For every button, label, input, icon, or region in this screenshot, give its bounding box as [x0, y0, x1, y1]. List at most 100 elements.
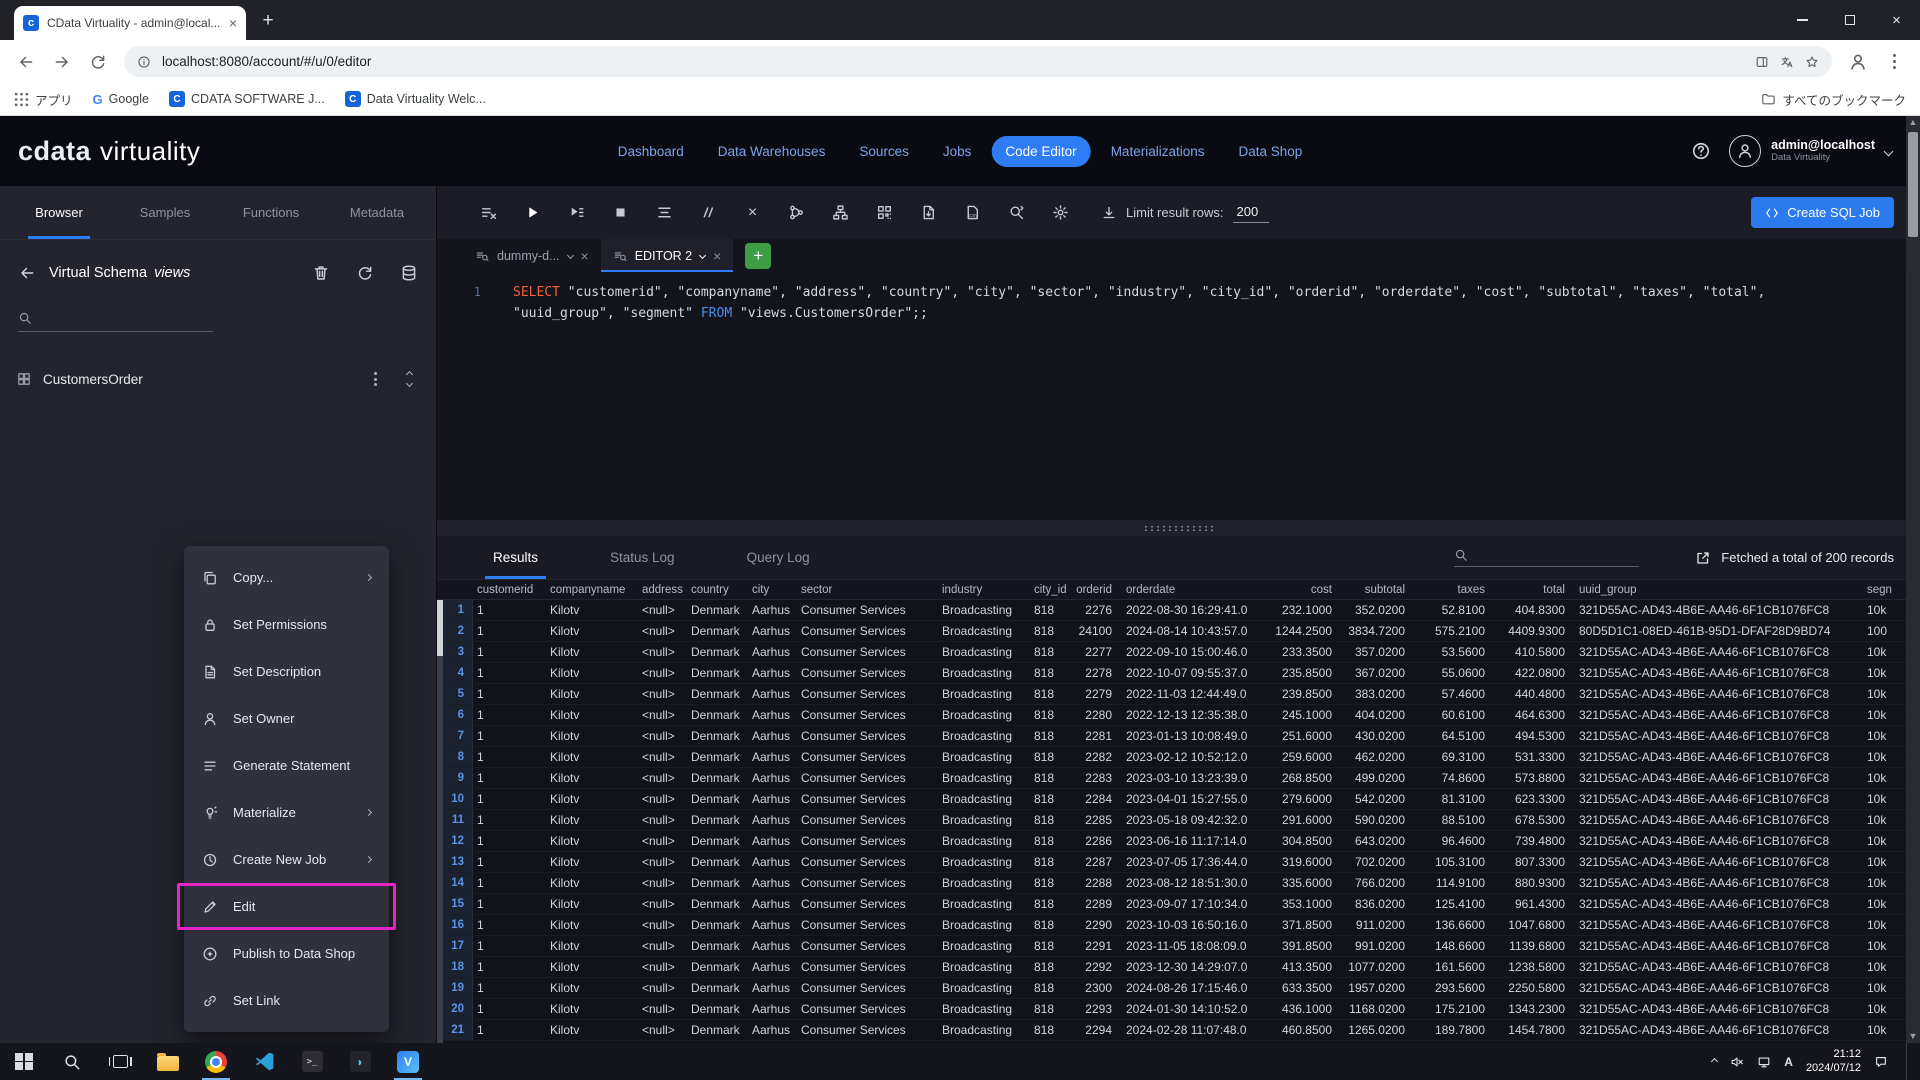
table-cell[interactable]: <null>: [638, 726, 687, 746]
table-cell[interactable]: 818: [1030, 831, 1073, 851]
table-cell[interactable]: 1: [473, 810, 546, 830]
table-cell[interactable]: 371.8500: [1269, 915, 1342, 935]
table-row[interactable]: 41Kilotv<null>DenmarkAarhusConsumer Serv…: [437, 663, 1920, 684]
table-cell[interactable]: 1343.2300: [1495, 999, 1575, 1019]
table-cell[interactable]: Aarhus: [748, 831, 797, 851]
nav-code-editor[interactable]: Code Editor: [991, 136, 1090, 167]
column-header-industry[interactable]: industry: [938, 580, 1030, 599]
table-cell[interactable]: 818: [1030, 789, 1073, 809]
table-cell[interactable]: Broadcasting: [938, 831, 1030, 851]
table-row[interactable]: 71Kilotv<null>DenmarkAarhusConsumer Serv…: [437, 726, 1920, 747]
table-cell[interactable]: 1077.0200: [1342, 957, 1415, 977]
table-cell[interactable]: 462.0200: [1342, 747, 1415, 767]
table-cell[interactable]: 114.9100: [1415, 873, 1495, 893]
table-cell[interactable]: 2277: [1073, 642, 1122, 662]
table-cell[interactable]: Denmark: [687, 621, 748, 641]
table-cell[interactable]: Aarhus: [748, 747, 797, 767]
table-cell[interactable]: 2022-09-10 15:00:46.0: [1122, 642, 1269, 662]
table-cell[interactable]: 2290: [1073, 915, 1122, 935]
table-row[interactable]: 181Kilotv<null>DenmarkAarhusConsumer Ser…: [437, 957, 1920, 978]
table-cell[interactable]: <null>: [638, 747, 687, 767]
table-cell[interactable]: Kilotv: [546, 999, 638, 1019]
table-row[interactable]: 11Kilotv<null>DenmarkAarhusConsumer Serv…: [437, 600, 1920, 621]
table-cell[interactable]: 2024-08-26 17:15:46.0: [1122, 978, 1269, 998]
table-cell[interactable]: 279.6000: [1269, 789, 1342, 809]
table-cell[interactable]: Consumer Services: [797, 957, 938, 977]
table-cell[interactable]: Kilotv: [546, 747, 638, 767]
table-cell[interactable]: 321D55AC-AD43-4B6E-AA46-6F1CB1076FC8: [1575, 852, 1863, 872]
bookmark-apps[interactable]: アプリ: [14, 90, 73, 109]
plan-icon[interactable]: [869, 197, 900, 228]
table-cell[interactable]: <null>: [638, 831, 687, 851]
table-cell[interactable]: Denmark: [687, 852, 748, 872]
export-file-icon[interactable]: [913, 197, 944, 228]
table-row[interactable]: 111Kilotv<null>DenmarkAarhusConsumer Ser…: [437, 810, 1920, 831]
column-header-cost[interactable]: cost: [1269, 580, 1342, 599]
table-cell[interactable]: 304.8500: [1269, 831, 1342, 851]
table-cell[interactable]: 2284: [1073, 789, 1122, 809]
table-row[interactable]: 101Kilotv<null>DenmarkAarhusConsumer Ser…: [437, 789, 1920, 810]
table-cell[interactable]: 702.0200: [1342, 852, 1415, 872]
table-cell[interactable]: Aarhus: [748, 789, 797, 809]
table-cell[interactable]: 2023-12-30 14:29:07.0: [1122, 957, 1269, 977]
table-cell[interactable]: 2022-10-07 09:55:37.0: [1122, 663, 1269, 683]
table-cell[interactable]: <null>: [638, 957, 687, 977]
table-cell[interactable]: 1: [473, 663, 546, 683]
table-cell[interactable]: 818: [1030, 915, 1073, 935]
table-cell[interactable]: 464.6300: [1495, 705, 1575, 725]
table-cell[interactable]: 1: [473, 894, 546, 914]
table-cell[interactable]: 1: [473, 936, 546, 956]
table-cell[interactable]: Aarhus: [748, 705, 797, 725]
table-cell[interactable]: <null>: [638, 1020, 687, 1040]
table-cell[interactable]: 1: [473, 747, 546, 767]
table-cell[interactable]: Consumer Services: [797, 663, 938, 683]
table-cell[interactable]: Kilotv: [546, 768, 638, 788]
run-icon[interactable]: [517, 197, 548, 228]
table-cell[interactable]: Consumer Services: [797, 831, 938, 851]
taskbar-search-button[interactable]: [48, 1043, 96, 1080]
sidebar-search-input[interactable]: [41, 310, 213, 325]
table-cell[interactable]: Kilotv: [546, 915, 638, 935]
table-cell[interactable]: Aarhus: [748, 978, 797, 998]
table-cell[interactable]: 404.8300: [1495, 600, 1575, 620]
table-cell[interactable]: 319.6000: [1269, 852, 1342, 872]
table-cell[interactable]: 2282: [1073, 747, 1122, 767]
table-cell[interactable]: Kilotv: [546, 894, 638, 914]
open-records-icon[interactable]: [1695, 550, 1711, 566]
delete-schema-icon[interactable]: [312, 264, 330, 282]
table-cell[interactable]: Broadcasting: [938, 705, 1030, 725]
table-cell[interactable]: 590.0200: [1342, 810, 1415, 830]
table-cell[interactable]: Broadcasting: [938, 852, 1030, 872]
page-scrollbar-thumb[interactable]: [1908, 132, 1918, 237]
table-cell[interactable]: Denmark: [687, 999, 748, 1019]
table-cell[interactable]: 2250.5800: [1495, 978, 1575, 998]
table-cell[interactable]: <null>: [638, 873, 687, 893]
table-cell[interactable]: Consumer Services: [797, 978, 938, 998]
table-cell[interactable]: 88.5100: [1415, 810, 1495, 830]
table-cell[interactable]: 232.1000: [1269, 600, 1342, 620]
table-row[interactable]: 61Kilotv<null>DenmarkAarhusConsumer Serv…: [437, 705, 1920, 726]
table-cell[interactable]: 53.5600: [1415, 642, 1495, 662]
table-cell[interactable]: 678.5300: [1495, 810, 1575, 830]
table-cell[interactable]: Kilotv: [546, 663, 638, 683]
virtuality-app-button[interactable]: V: [384, 1043, 432, 1080]
table-cell[interactable]: Kilotv: [546, 831, 638, 851]
table-cell[interactable]: Consumer Services: [797, 642, 938, 662]
table-cell[interactable]: 422.0800: [1495, 663, 1575, 683]
table-cell[interactable]: Kilotv: [546, 1020, 638, 1040]
back-button[interactable]: [10, 46, 42, 78]
format-sql-icon[interactable]: [649, 197, 680, 228]
table-cell[interactable]: 161.5600: [1415, 957, 1495, 977]
table-cell[interactable]: 321D55AC-AD43-4B6E-AA46-6F1CB1076FC8: [1575, 747, 1863, 767]
table-cell[interactable]: 413.3500: [1269, 957, 1342, 977]
table-cell[interactable]: Broadcasting: [938, 894, 1030, 914]
table-cell[interactable]: 383.0200: [1342, 684, 1415, 704]
table-cell[interactable]: Kilotv: [546, 978, 638, 998]
dependencies-icon[interactable]: [825, 197, 856, 228]
table-cell[interactable]: 57.4600: [1415, 684, 1495, 704]
table-cell[interactable]: 321D55AC-AD43-4B6E-AA46-6F1CB1076FC8: [1575, 663, 1863, 683]
table-cell[interactable]: Consumer Services: [797, 915, 938, 935]
all-bookmarks-button[interactable]: すべてのブックマーク: [1761, 90, 1906, 109]
tab-query-log[interactable]: Query Log: [711, 536, 846, 579]
table-cell[interactable]: 321D55AC-AD43-4B6E-AA46-6F1CB1076FC8: [1575, 873, 1863, 893]
